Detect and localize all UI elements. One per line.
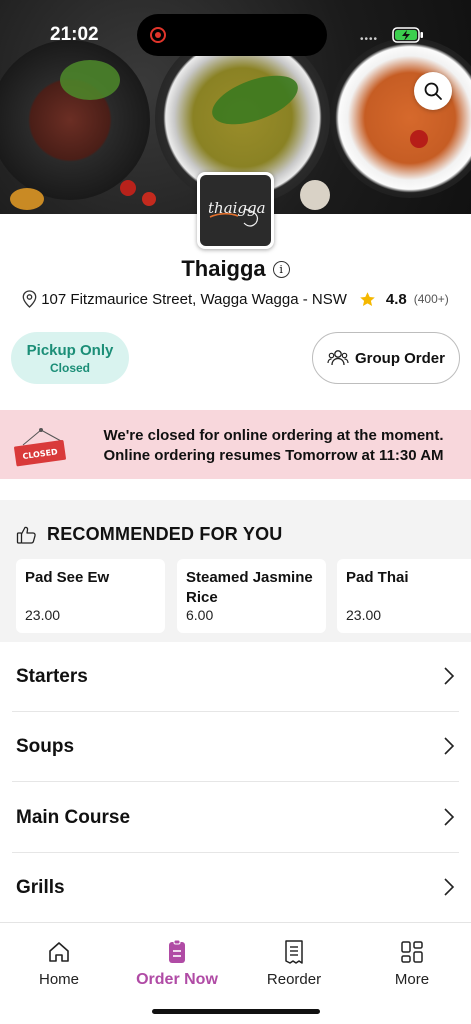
item-price: 23.00	[346, 607, 382, 623]
garnish-image	[60, 60, 120, 100]
dynamic-island	[137, 14, 327, 56]
tomato-image	[120, 180, 136, 196]
pickup-title: Pickup Only	[26, 342, 114, 359]
order-icon	[169, 939, 185, 963]
chevron-right-icon	[444, 737, 455, 755]
grid-icon	[401, 941, 423, 963]
recording-icon	[150, 27, 166, 43]
nav-home[interactable]: Home	[0, 939, 118, 988]
category-label: Starters	[16, 666, 88, 687]
search-icon	[424, 82, 442, 100]
closed-message-line2: Online ordering resumes Tomorrow at 11:3…	[103, 447, 444, 464]
home-indicator	[152, 1009, 320, 1014]
category-label: Grills	[16, 877, 65, 898]
battery-icon	[392, 27, 423, 43]
category-label: Main Course	[16, 807, 131, 828]
closed-sign-icon: CLOSED	[14, 428, 66, 467]
category-row-starters[interactable]: Starters	[0, 642, 471, 712]
category-row-main-course[interactable]: Main Course	[0, 783, 471, 853]
location-pin-icon	[22, 290, 37, 308]
info-icon[interactable]: i	[272, 260, 290, 278]
recommended-card[interactable]: Pad Thai 23.00	[337, 559, 471, 633]
status-time: 21:02	[50, 24, 99, 45]
group-order-label: Group Order	[354, 349, 445, 367]
nav-reorder[interactable]: Reorder	[235, 939, 353, 988]
nav-order-now[interactable]: Order Now	[118, 939, 236, 989]
restaurant-address: 107 Fitzmaurice Street, Wagga Wagga - NS…	[41, 290, 347, 308]
address-row: 107 Fitzmaurice Street, Wagga Wagga - NS…	[0, 290, 471, 308]
pasta-plate-image	[330, 38, 471, 198]
pickup-status: Closed	[49, 361, 90, 375]
chili-image	[410, 130, 428, 148]
rating-value: 4.8	[385, 290, 407, 308]
tomato-image	[142, 192, 156, 206]
chevron-right-icon	[444, 667, 455, 685]
restaurant-name: Thaigga	[181, 256, 266, 281]
logo-mark: thaigga	[208, 199, 265, 227]
item-price: 6.00	[186, 607, 214, 623]
item-name: Steamed Jasmine Rice	[186, 569, 313, 606]
group-order-button[interactable]: Group Order	[312, 332, 460, 384]
group-icon	[327, 350, 349, 366]
recommended-header: RECOMMENDED FOR YOU	[16, 524, 282, 545]
recommended-card[interactable]: Steamed Jasmine Rice 6.00	[177, 559, 326, 633]
signal-icon: ••••	[360, 34, 379, 45]
spice-bowl-image	[10, 188, 44, 210]
closed-message-line1: We're closed for online ordering at the …	[103, 427, 444, 444]
garlic-image	[300, 180, 330, 210]
category-row-grills[interactable]: Grills	[0, 853, 471, 923]
nav-reorder-label: Reorder	[266, 971, 322, 988]
receipt-icon	[285, 940, 303, 964]
divider	[12, 781, 459, 782]
item-name: Pad Thai	[346, 569, 409, 586]
recommended-card[interactable]: Pad See Ew 23.00	[16, 559, 165, 633]
star-icon	[360, 291, 375, 306]
search-button[interactable]	[414, 72, 452, 110]
status-bar: 21:02 ••••	[0, 0, 471, 60]
item-price: 23.00	[25, 607, 61, 623]
restaurant-logo: thaigga	[197, 172, 274, 249]
restaurant-name-row: Thaigga i	[0, 256, 471, 282]
nav-more[interactable]: More	[353, 939, 471, 988]
item-name: Pad See Ew	[25, 569, 110, 586]
closed-message: We're closed for online ordering at the …	[86, 426, 461, 466]
pickup-status-pill[interactable]: Pickup Only Closed	[11, 332, 129, 384]
chevron-right-icon	[444, 878, 455, 896]
chevron-right-icon	[444, 808, 455, 826]
category-row-soups[interactable]: Soups	[0, 712, 471, 782]
recommended-title: RECOMMENDED FOR YOU	[47, 524, 283, 544]
nav-more-label: More	[394, 971, 430, 988]
rating-count: (400+)	[413, 292, 449, 306]
nav-order-now-label: Order Now	[136, 971, 218, 988]
home-icon	[49, 942, 69, 962]
category-label: Soups	[16, 736, 75, 757]
nav-home-label: Home	[38, 971, 79, 988]
thumbs-up-icon	[16, 526, 36, 544]
